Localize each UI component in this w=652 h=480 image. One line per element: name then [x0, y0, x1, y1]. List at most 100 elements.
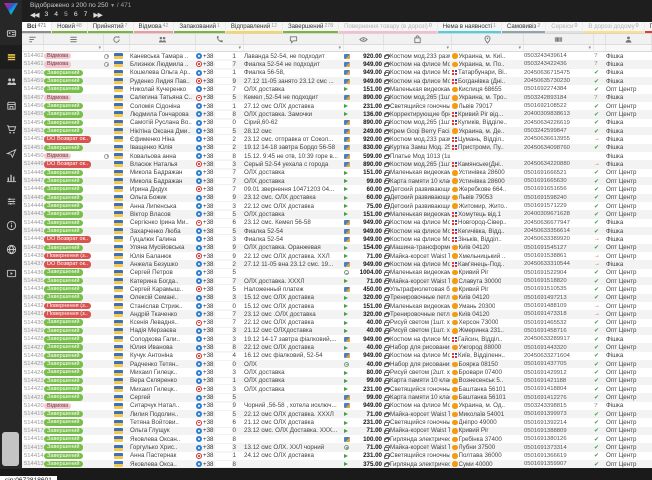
- tab-4[interactable]: Запакований1: [174, 22, 225, 33]
- per-page-caret-icon[interactable]: ▼: [110, 3, 115, 9]
- tab-9[interactable]: Самовивіз2: [502, 22, 545, 33]
- table-row[interactable]: 514447ЗавершенийМикола Бадражан+387ОЛХ д…: [22, 177, 652, 185]
- table-row[interactable]: 514423ЗавершенийВера Скляренко+381ОЛХ до…: [22, 377, 652, 385]
- page-7[interactable]: 7: [84, 11, 88, 19]
- table-row[interactable]: 514454ЗавершенийСамотій Руслана Во..+380…: [22, 119, 652, 127]
- chat-icon[interactable]: [244, 34, 344, 44]
- table-row[interactable]: 514440DO Возврат ок..Гуцалюк Галина+383Ф…: [22, 235, 652, 243]
- table-row[interactable]: 514421ЗавершенийСергей+38599.00Карта пам…: [22, 393, 652, 401]
- column-filter-4[interactable]: ▾: [196, 45, 244, 51]
- table-row[interactable]: 514438Повернення (з..Юлія Баланюк+38922.…: [22, 252, 652, 260]
- column-filter-10[interactable]: [594, 45, 606, 51]
- table-row[interactable]: 514426ЗавершенийКучук Антоніна+38416.12 …: [22, 352, 652, 360]
- table-row[interactable]: 514449DO Возврат ок..Власюк Наталья+383С…: [22, 160, 652, 168]
- table-row[interactable]: 514434ЗавершенийСергей Карамыш..+385Нало…: [22, 285, 652, 293]
- last-page-button[interactable]: ▶▶: [93, 11, 101, 19]
- table-row[interactable]: 514451ЗавершенийІващенко Юлія+38219.12 1…: [22, 144, 652, 152]
- cart-icon[interactable]: [0, 117, 22, 141]
- page-3[interactable]: 3: [44, 11, 48, 19]
- tab-12[interactable]: Повернений0: [645, 22, 652, 33]
- column-filter-2[interactable]: [104, 45, 130, 51]
- table-row[interactable]: 514456ЗавершенийСоломія Сідоніна+38127.1…: [22, 102, 652, 110]
- tab-11[interactable]: В дорозі додому0: [583, 22, 643, 33]
- table-row[interactable]: 514436ЗавершенийСергей Петров+3851004.00…: [22, 269, 652, 277]
- column-filter-1[interactable]: ▾: [44, 45, 104, 51]
- table-row[interactable]: 514414ЗавершенийАнна Пастернак+38124.12 …: [22, 452, 652, 460]
- orders-icon[interactable]: [0, 45, 22, 69]
- table-row[interactable]: 514444ЗавершенийАнна Липенська+38322.12 …: [22, 202, 652, 210]
- table-row[interactable]: 514439ЗавершенийУляна Мусійовська+389ОЛХ…: [22, 244, 652, 252]
- table-row[interactable]: 514420ВідмоваСитарчук Натал..+389Чорний …: [22, 402, 652, 410]
- table-row[interactable]: 514446ЗавершенийИрина Дидух+38709.01 зве…: [22, 185, 652, 193]
- sidebar-widget[interactable]: [2, 432, 19, 466]
- sort-icon[interactable]: [22, 34, 44, 44]
- table-row[interactable]: 514459ЗавершенийРуденко Лидия Пав..+3892…: [22, 77, 652, 85]
- table-row[interactable]: 514437DO Возврат ок..Анжела Безушко+3822…: [22, 260, 652, 268]
- column-filter-8[interactable]: ▾: [452, 45, 524, 51]
- table-row[interactable]: 514441ЗавершенийЗахарченко Люба+385Фиалк…: [22, 227, 652, 235]
- users-icon[interactable]: [0, 69, 22, 93]
- table-row[interactable]: 514448ЗавершенийМикола Бадражан+387ОЛХ д…: [22, 169, 652, 177]
- table-row[interactable]: 514432Повернення (з..Станіслав Стриж..+3…: [22, 302, 652, 310]
- table-row[interactable]: 514443ЗавершенийВіктор Власов+385ОЛХ дос…: [22, 210, 652, 218]
- table-row[interactable]: 514442ЗавершенийСергієнко Ірина Ми..+386…: [22, 219, 652, 227]
- tab-5[interactable]: Відправлений12: [226, 22, 282, 33]
- page-6[interactable]: 6: [74, 11, 78, 19]
- sliders-icon[interactable]: [0, 189, 22, 213]
- bag-icon[interactable]: [384, 34, 452, 44]
- page-5[interactable]: 5: [64, 11, 68, 19]
- table-row[interactable]: 514435ЗавершенийКатерина Богда..+387ОЛХ …: [22, 277, 652, 285]
- idcard-icon[interactable]: [0, 21, 22, 45]
- table-row[interactable]: 514452DO Возврат ок..Єфименко Ніна+38223…: [22, 135, 652, 143]
- table-row[interactable]: 514461ВідмоваБлизнюк Людмила ..+387Фиалк…: [22, 60, 652, 68]
- column-spacer[interactable]: [594, 34, 606, 44]
- table-row[interactable]: 514416ЗавершенийЯковлева Оксан..+388100.…: [22, 435, 652, 443]
- tab-3[interactable]: Відмова42: [134, 22, 174, 33]
- info-icon[interactable]: [0, 213, 22, 237]
- table-row[interactable]: 514417ЗавершенийОльга Глущук+38023.12 см…: [22, 427, 652, 435]
- call-icon[interactable]: [104, 34, 130, 44]
- column-filter-0[interactable]: [22, 45, 44, 51]
- column-filter-9[interactable]: ▾: [524, 45, 594, 51]
- column-filter-7[interactable]: ▾: [384, 45, 452, 51]
- column-filter-11[interactable]: [606, 45, 652, 51]
- first-page-button[interactable]: ◀◀: [30, 11, 38, 19]
- barcode-icon[interactable]: [524, 34, 594, 44]
- tab-8[interactable]: Нема в наявності1: [438, 22, 501, 33]
- table-row[interactable]: 514445ЗавершенийОльга Божик+38923.12 смс…: [22, 194, 652, 202]
- column-filter-5[interactable]: ▾: [244, 45, 344, 51]
- tab-2[interactable]: Прийнятий7: [88, 22, 133, 33]
- tab-10[interactable]: Сервіси0: [546, 22, 582, 33]
- pin-icon[interactable]: [452, 34, 524, 44]
- table-row[interactable]: 514462ВідмоваКаневська Тамара ..+381Лава…: [22, 52, 652, 60]
- table-row[interactable]: 514418ЗавершенийТетяна Войтови..+38621.1…: [22, 418, 652, 426]
- table-row[interactable]: 514422ЗавершенийМихаил Гилецк..+383ОЛХ д…: [22, 385, 652, 393]
- table-row[interactable]: 514450ВідмоваКовальова анна+38815.12. 9:…: [22, 152, 652, 160]
- tab-1[interactable]: Новий48: [52, 22, 87, 33]
- globe-icon[interactable]: [0, 237, 22, 261]
- table-row[interactable]: 514413ЗавершенийЯковлева Окса..+388375.0…: [22, 460, 652, 468]
- table-row[interactable]: 514419ЗавершенийЛилия Подолин..+38522.12…: [22, 410, 652, 418]
- table-row[interactable]: 514424ЗавершенийМихаил Гилецк..+383ОЛХ д…: [22, 368, 652, 376]
- tab-0[interactable]: Всі471: [22, 22, 51, 33]
- table-row[interactable]: 514453ЗавершенийНікітіна Оксана Дми..+38…: [22, 127, 652, 135]
- list-icon[interactable]: [44, 34, 104, 44]
- table-row[interactable]: 514425ЗавершенийРадченко Тетян..+380ОЛХ4…: [22, 360, 652, 368]
- table-row[interactable]: 514428ЗавершенийСолодкова Гали..+38319.1…: [22, 335, 652, 343]
- table-row[interactable]: 514429ЗавершенийНадія Мерзаєва+38321.12 …: [22, 327, 652, 335]
- send-icon[interactable]: [0, 141, 22, 165]
- eye-icon[interactable]: [344, 34, 384, 44]
- table-row[interactable]: 514427ЗавершенийЮлия Иванова+38822.12 см…: [22, 343, 652, 351]
- customers-icon[interactable]: [130, 34, 196, 44]
- table-row[interactable]: 514457ВідмоваСалегина Татьяна С..+385Кем…: [22, 94, 652, 102]
- table-row[interactable]: 514460ЗавершенийКошелева Ольга Ар..+381Ф…: [22, 69, 652, 77]
- table-row[interactable]: 514455ЗавершенийЛюдмила Гончарова+388ОЛХ…: [22, 110, 652, 118]
- page-4[interactable]: 4: [54, 11, 58, 19]
- table-row[interactable]: 514433ЗавершенийОлексій Семані..+38315.1…: [22, 294, 652, 302]
- table-row[interactable]: 514458ЗавершенийНиколай Кучеренко+387ОЛХ…: [22, 85, 652, 93]
- tab-6[interactable]: Завершений278: [283, 22, 338, 33]
- column-filter-3[interactable]: [130, 45, 196, 51]
- phone-icon[interactable]: [196, 34, 244, 44]
- column-filter-6[interactable]: [344, 45, 384, 51]
- chart-icon[interactable]: [0, 165, 22, 189]
